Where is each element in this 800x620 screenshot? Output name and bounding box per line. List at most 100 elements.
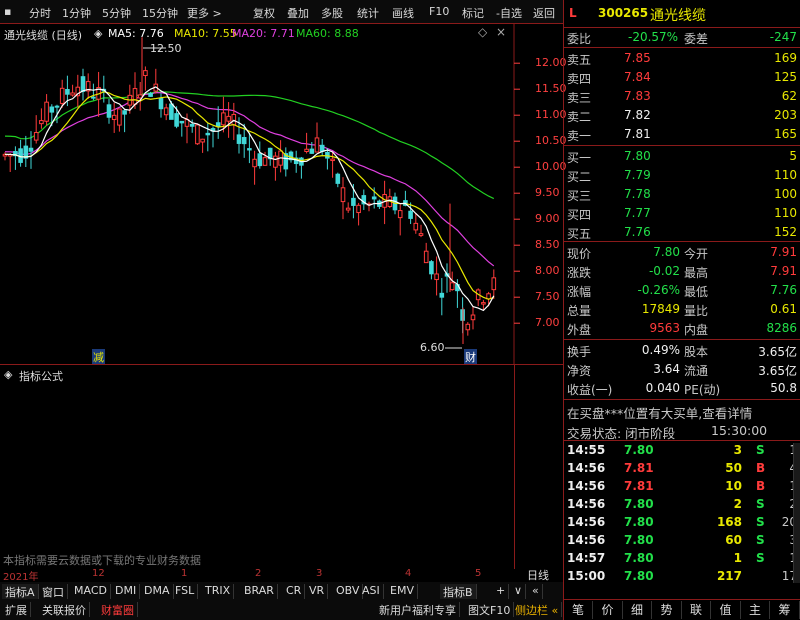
- order-row[interactable]: 卖一 7.81 165: [564, 125, 800, 144]
- menu-small-icon[interactable]: ▪: [4, 5, 11, 18]
- right-nav-tab[interactable]: 细: [623, 601, 652, 619]
- tick-volume: 60: [725, 533, 742, 547]
- tick-time: 14:56: [567, 515, 606, 529]
- right-nav-tab[interactable]: 势: [653, 601, 682, 619]
- order-row[interactable]: 买二 7.79 110: [564, 166, 800, 185]
- candle-body: [439, 292, 445, 298]
- tb-1min[interactable]: 1分钟: [62, 5, 91, 21]
- tick-time: 14:56: [567, 461, 606, 475]
- order-row[interactable]: 买三 7.78 100: [564, 185, 800, 204]
- quote-value: 0.61: [770, 302, 797, 316]
- indicator-tab[interactable]: 窗口: [39, 584, 68, 599]
- indicator-tab[interactable]: BRAR: [241, 584, 278, 599]
- indicator-tab[interactable]: MACD: [71, 584, 111, 599]
- tb-f10[interactable]: F10: [429, 5, 449, 18]
- tab-wealth-circle[interactable]: 财富圈: [98, 602, 138, 617]
- indicator-tab[interactable]: 指标A: [2, 584, 39, 599]
- tb-biaoji[interactable]: 标记: [462, 5, 484, 21]
- notice-row[interactable]: 在买盘***位置有大买单,查看详情: [564, 401, 800, 422]
- right-nav-tab[interactable]: 笔: [564, 601, 593, 619]
- indicator-tab[interactable]: ∨: [511, 584, 527, 599]
- indicator-tab[interactable]: DMA: [141, 584, 174, 599]
- tick-volume: 3: [733, 443, 742, 457]
- tb-tongji[interactable]: 统计: [357, 5, 379, 21]
- indicator-panel[interactable]: ◈ 指标公式 本指标需要云数据或下载的专业财务数据: [0, 364, 563, 569]
- indicator-tab[interactable]: CR: [283, 584, 306, 599]
- indicator-tab[interactable]: FSL: [172, 584, 199, 599]
- period-label[interactable]: 日线: [527, 567, 549, 583]
- marker-jian[interactable]: 减: [92, 349, 105, 365]
- order-row[interactable]: 买四 7.77 110: [564, 204, 800, 223]
- fund-label: 换手: [567, 345, 592, 359]
- right-nav-tab[interactable]: 价: [594, 601, 623, 619]
- candle-body: [314, 137, 320, 153]
- right-nav-tab[interactable]: 联: [682, 601, 711, 619]
- candle-body: [148, 92, 153, 97]
- indicator-tab[interactable]: ASI: [359, 584, 384, 599]
- promo-f10[interactable]: 图文F10: [465, 602, 515, 617]
- promo-sidebar[interactable]: 侧边栏 «: [512, 602, 563, 617]
- ma10-label: MA10: 7.55: [174, 27, 237, 40]
- collapse-icon[interactable]: ◈: [94, 27, 102, 40]
- tb-more[interactable]: 更多 >: [187, 5, 222, 21]
- tb-duogu[interactable]: 多股: [321, 5, 343, 21]
- quote-value: 7.91: [770, 264, 797, 278]
- candle-body: [273, 155, 278, 168]
- order-row[interactable]: 卖二 7.82 203: [564, 106, 800, 125]
- order-price: 7.83: [624, 89, 651, 103]
- quote-value: -0.26%: [637, 283, 680, 297]
- right-nav-tab[interactable]: 主: [741, 601, 770, 619]
- marker-cai[interactable]: 财: [464, 349, 477, 365]
- promo-newuser[interactable]: 新用户福利专享: [376, 602, 460, 617]
- right-nav-tab[interactable]: 值: [712, 601, 741, 619]
- indicator-tab[interactable]: 指标B: [440, 584, 477, 599]
- tb-fuquan[interactable]: 复权: [253, 5, 275, 21]
- indicator-title: 指标公式: [19, 370, 63, 383]
- tb-15min[interactable]: 15分钟: [142, 5, 178, 21]
- date-12: 12: [92, 568, 105, 579]
- order-row[interactable]: 买五 7.76 152: [564, 223, 800, 242]
- y-tick-label: 8.00: [535, 264, 560, 278]
- kline-svg[interactable]: [0, 24, 563, 364]
- tb-huaxian[interactable]: 画线: [392, 5, 414, 21]
- indicator-tab[interactable]: VR: [306, 584, 329, 599]
- tb-5min[interactable]: 5分钟: [102, 5, 131, 21]
- candle-body: [335, 173, 341, 184]
- order-row[interactable]: 卖五 7.85 169: [564, 49, 800, 68]
- tb-back[interactable]: 返回: [533, 5, 555, 21]
- indicator-note: 本指标需要云数据或下载的专业财务数据: [3, 554, 201, 567]
- candle-body: [200, 138, 205, 143]
- tick-direction: S: [756, 497, 765, 511]
- tab-expand[interactable]: 扩展: [2, 602, 31, 617]
- candle-body: [174, 113, 179, 127]
- quote-label: 现价: [567, 247, 592, 261]
- tb-zixuan[interactable]: -自选: [496, 5, 522, 21]
- ma20-line: [4, 91, 495, 267]
- notice-text[interactable]: 在买盘***位置有大买单,查看详情: [567, 403, 752, 422]
- candle-body: [247, 148, 252, 151]
- tb-fenshi[interactable]: 分时: [29, 5, 51, 21]
- indicator-tab[interactable]: «: [529, 584, 543, 599]
- order-row[interactable]: 卖四 7.84 125: [564, 68, 800, 87]
- tab-related-quotes[interactable]: 关联报价: [39, 602, 90, 617]
- right-nav-tab[interactable]: 筹: [771, 601, 800, 619]
- tick-scrollbar[interactable]: [793, 443, 800, 583]
- order-row[interactable]: 买一 7.80 5: [564, 147, 800, 166]
- candle-body: [70, 92, 75, 96]
- order-row[interactable]: 卖三 7.83 62: [564, 87, 800, 106]
- quote-label: 涨幅: [567, 285, 592, 299]
- candle-body: [49, 106, 55, 113]
- expand-icon[interactable]: ◈: [4, 368, 12, 381]
- order-volume: 110: [774, 206, 797, 220]
- candle-body: [465, 323, 471, 331]
- indicator-tab[interactable]: EMV: [387, 584, 418, 599]
- kline-panel[interactable]: 通光线缆 (日线) ◈ MA5: 7.76 MA10: 7.55 MA20: 7…: [0, 24, 567, 365]
- quote-label: 最低: [684, 285, 709, 299]
- close-icon[interactable]: ×: [496, 25, 506, 39]
- candle-body: [252, 158, 257, 168]
- indicator-tab[interactable]: +: [493, 584, 510, 599]
- indicator-tab[interactable]: TRIX: [202, 584, 235, 599]
- indicator-tab[interactable]: DMI: [112, 584, 141, 599]
- tb-diejia[interactable]: 叠加: [287, 5, 309, 21]
- diamond-icon[interactable]: ◇: [478, 25, 487, 39]
